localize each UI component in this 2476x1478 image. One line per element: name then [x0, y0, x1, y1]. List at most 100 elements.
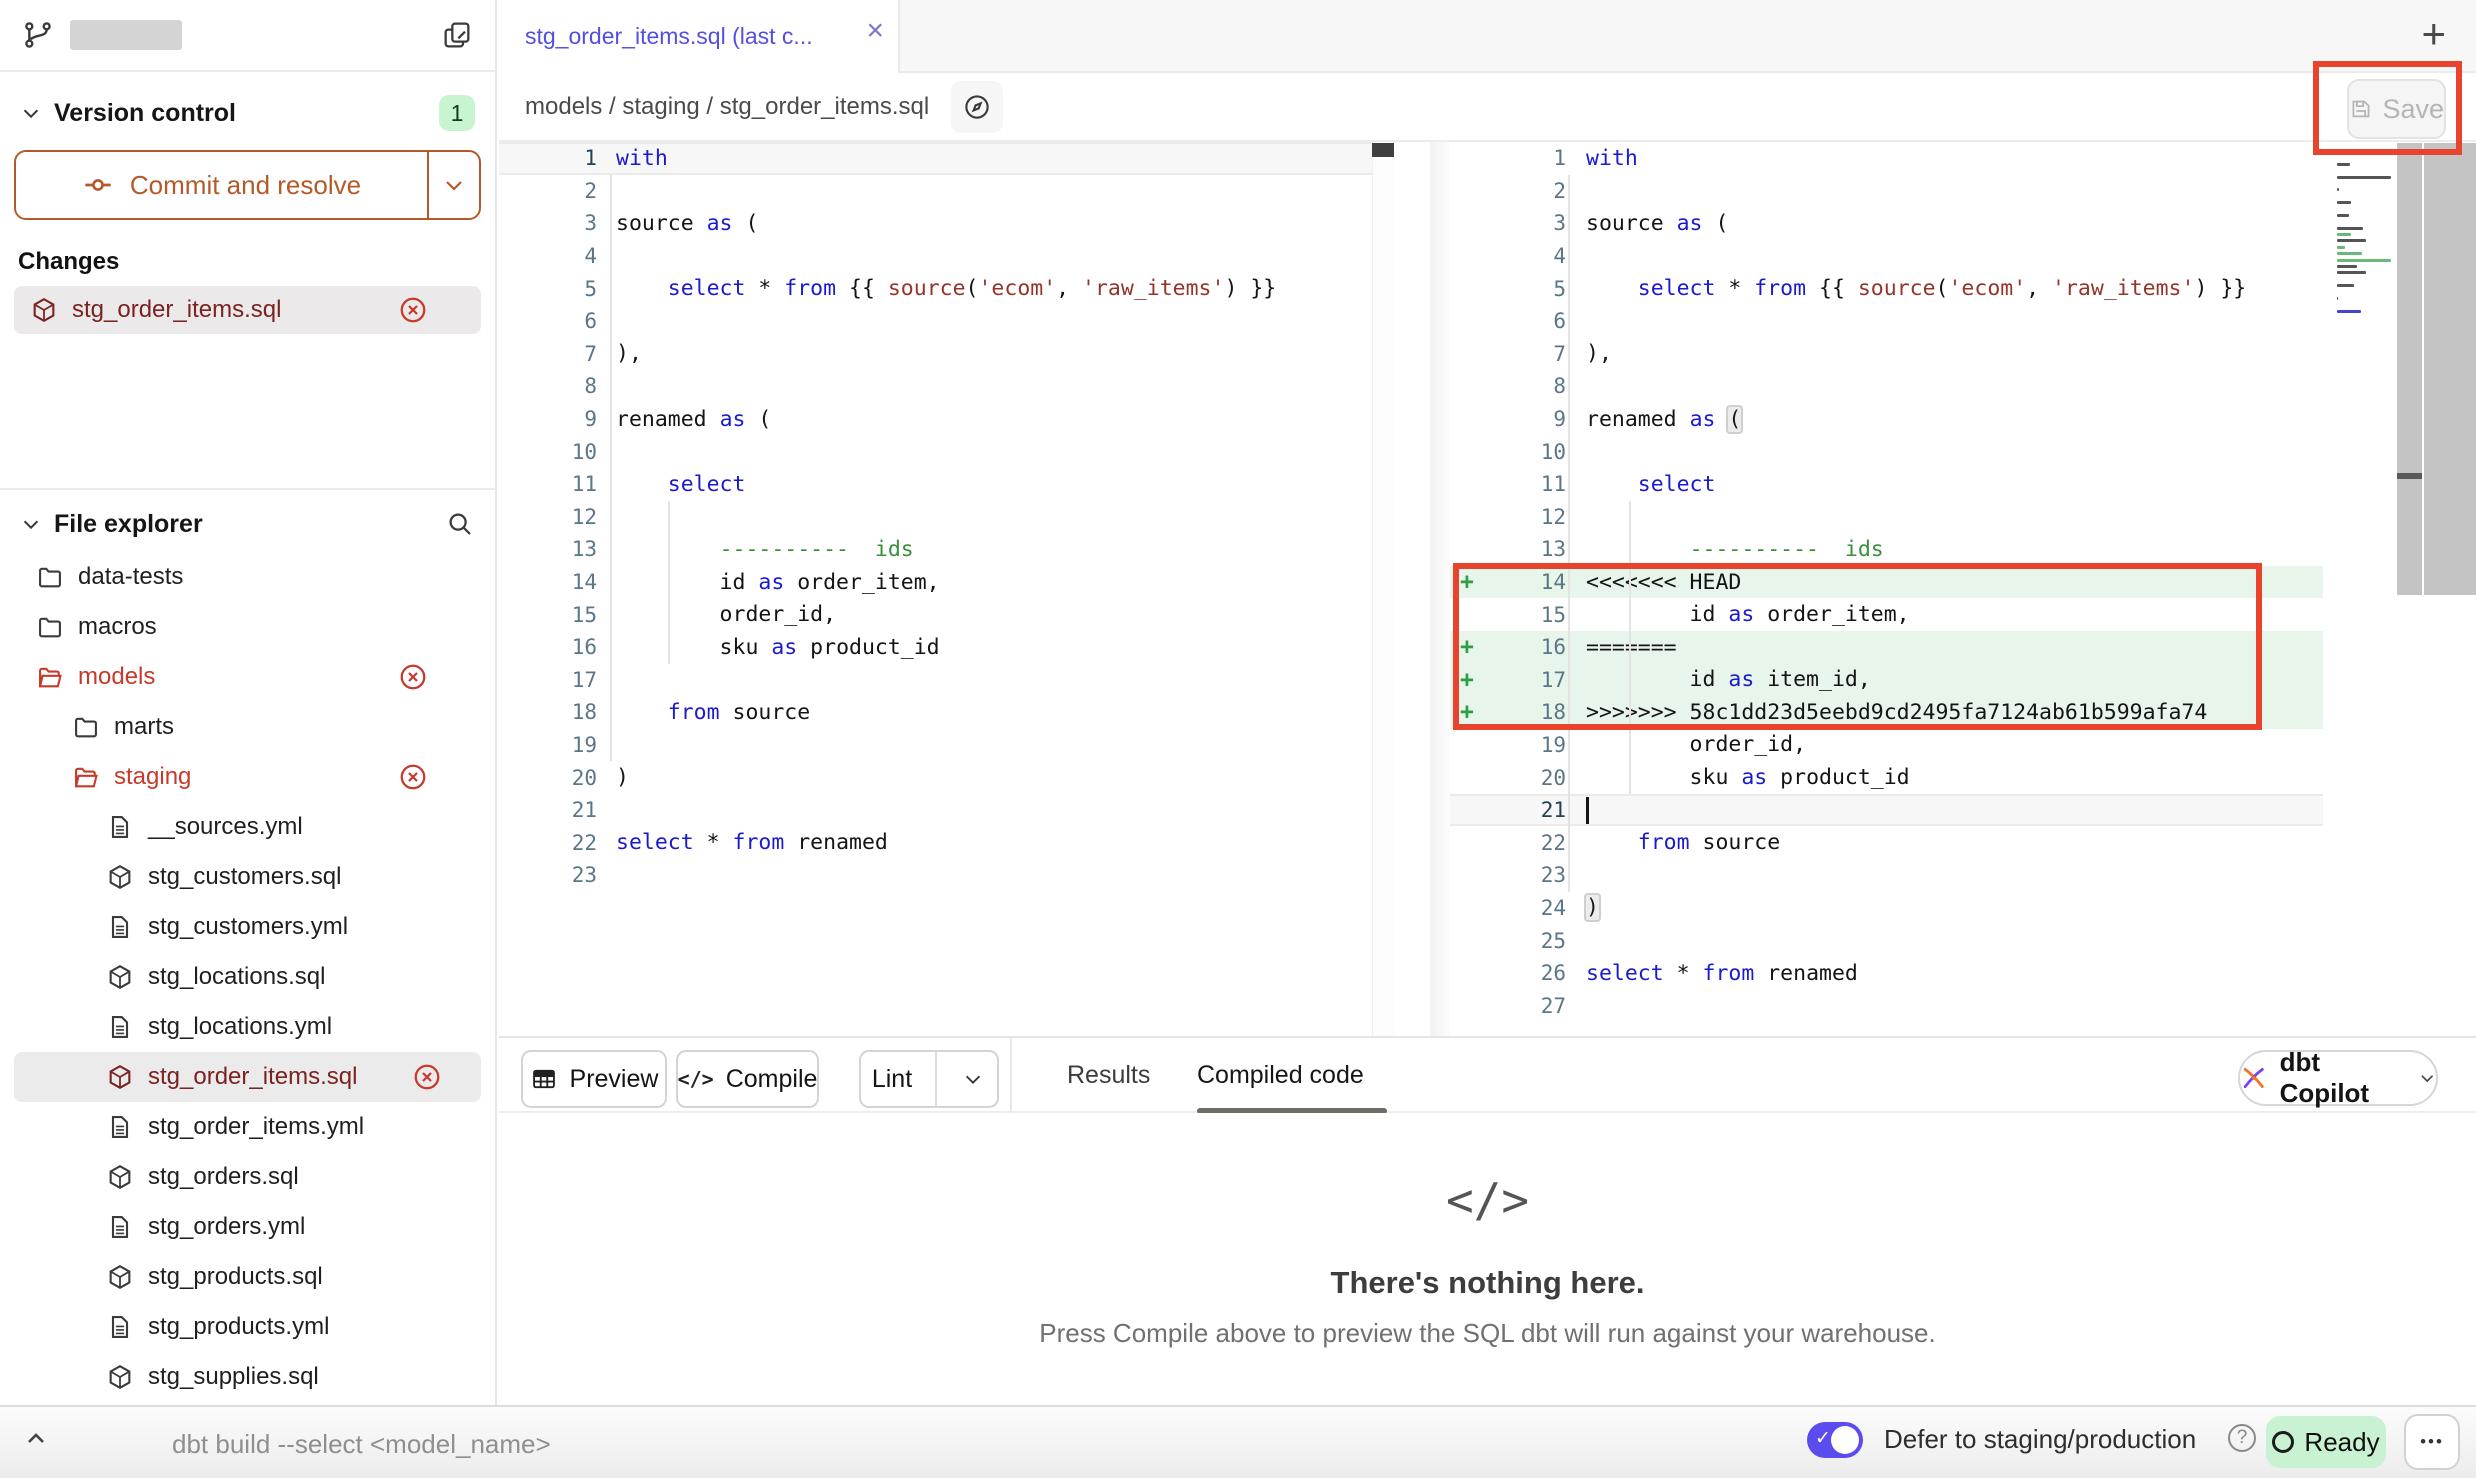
code-line[interactable]: 13 ---------- ids — [1450, 533, 2323, 566]
file-item--sources-yml[interactable]: __sources.yml — [0, 802, 495, 852]
code-line[interactable]: 21 — [1450, 794, 2323, 827]
file-item-stg-supplies-sql[interactable]: stg_supplies.sql — [0, 1352, 495, 1402]
help-icon[interactable]: ? — [2228, 1424, 2256, 1452]
file-item-stg-customers-yml[interactable]: stg_customers.yml — [0, 902, 495, 952]
code-line[interactable]: 19 — [499, 729, 1372, 762]
conflict-icon[interactable] — [412, 1062, 442, 1092]
commit-dropdown-button[interactable] — [429, 152, 479, 218]
file-item-stg-locations-sql[interactable]: stg_locations.sql — [0, 952, 495, 1002]
code-line[interactable]: 10 — [499, 435, 1372, 468]
code-line[interactable]: 12 — [499, 501, 1372, 534]
file-item-stg-orders-sql[interactable]: stg_orders.sql — [0, 1152, 495, 1202]
code-line[interactable]: 11 select — [1450, 468, 2323, 501]
code-line[interactable]: 2 — [1450, 175, 2323, 208]
code-line[interactable]: 6 — [499, 305, 1372, 338]
new-tab-button[interactable]: + — [2421, 10, 2446, 58]
save-button[interactable]: Save — [2347, 79, 2446, 139]
code-line[interactable]: 16 sku as product_id — [499, 631, 1372, 664]
file-item-stg-customers-sql[interactable]: stg_customers.sql — [0, 852, 495, 902]
file-item-data-tests[interactable]: data-tests — [0, 552, 495, 602]
preview-button[interactable]: Preview — [521, 1050, 667, 1108]
code-line[interactable]: 8 — [499, 370, 1372, 403]
code-line[interactable]: 20) — [499, 761, 1372, 794]
code-line[interactable]: 23 — [499, 859, 1372, 892]
code-line[interactable]: +18>>>>>>> 58c1dd23d5eebd9cd2495fa7124ab… — [1450, 696, 2323, 729]
file-item-stg-locations-yml[interactable]: stg_locations.yml — [0, 1002, 495, 1052]
code-line[interactable]: 13 ---------- ids — [499, 533, 1372, 566]
code-line[interactable]: 3source as ( — [1450, 207, 2323, 240]
code-line[interactable]: 17 — [499, 664, 1372, 697]
editor-scrollbar[interactable] — [2424, 143, 2476, 595]
code-line[interactable]: 20 sku as product_id — [1450, 761, 2323, 794]
file-item-stg-orders-yml[interactable]: stg_orders.yml — [0, 1202, 495, 1252]
file-item-marts[interactable]: marts — [0, 702, 495, 752]
file-item-stg-order-items-sql[interactable]: stg_order_items.sql — [14, 1052, 481, 1102]
code-line[interactable]: +16======= — [1450, 631, 2323, 664]
tab-stg-order-items[interactable]: stg_order_items.sql (last c... × — [499, 0, 900, 73]
minimap-scrollbar[interactable] — [2397, 143, 2422, 595]
file-item-models[interactable]: models — [0, 652, 495, 702]
code-line[interactable]: 24) — [1450, 892, 2323, 925]
more-options-button[interactable]: ••• — [2404, 1414, 2460, 1470]
editor-pane-left[interactable]: 1with23source as (45 select * from {{ so… — [499, 142, 1396, 1036]
file-item-stg-products-sql[interactable]: stg_products.sql — [0, 1252, 495, 1302]
code-line[interactable]: +17 id as item_id, — [1450, 664, 2323, 697]
code-line[interactable]: 9renamed as ( — [499, 403, 1372, 436]
search-icon[interactable] — [445, 509, 475, 539]
file-item-stg-products-yml[interactable]: stg_products.yml — [0, 1302, 495, 1352]
code-line[interactable]: 22select * from renamed — [499, 826, 1372, 859]
code-line[interactable]: 27 — [1450, 989, 2323, 1022]
file-item-stg-order-items-yml[interactable]: stg_order_items.yml — [0, 1102, 495, 1152]
close-icon[interactable]: × — [866, 16, 884, 46]
code-line[interactable]: 8 — [1450, 370, 2323, 403]
code-line[interactable]: 4 — [499, 240, 1372, 273]
code-line[interactable]: +14<<<<<<< HEAD — [1450, 566, 2323, 599]
file-item-macros[interactable]: macros — [0, 602, 495, 652]
conflict-icon[interactable] — [398, 762, 428, 792]
defer-toggle[interactable]: ✓ — [1807, 1422, 1863, 1458]
code-line[interactable]: 15 order_id, — [499, 598, 1372, 631]
code-line[interactable]: 11 select — [499, 468, 1372, 501]
code-line[interactable]: 6 — [1450, 305, 2323, 338]
compile-button[interactable]: </> Compile — [676, 1050, 819, 1108]
code-line[interactable]: 23 — [1450, 859, 2323, 892]
conflict-icon[interactable] — [398, 662, 428, 692]
chevron-down-icon[interactable] — [20, 102, 42, 124]
code-line[interactable]: 22 from source — [1450, 826, 2323, 859]
code-line[interactable]: 4 — [1450, 240, 2323, 273]
code-line[interactable]: 1with — [1450, 142, 2323, 175]
code-line[interactable]: 9renamed as ( — [1450, 403, 2323, 436]
chevron-down-icon[interactable] — [20, 513, 42, 535]
minimap[interactable] — [2337, 150, 2393, 323]
code-line[interactable]: 10 — [1450, 435, 2323, 468]
lint-button[interactable]: Lint — [859, 1050, 999, 1108]
conflict-icon[interactable] — [398, 295, 428, 325]
code-line[interactable]: 1with — [499, 142, 1372, 175]
code-line[interactable]: 7), — [499, 338, 1372, 371]
code-line[interactable]: 25 — [1450, 924, 2323, 957]
code-line[interactable]: 5 select * from {{ source('ecom', 'raw_i… — [1450, 272, 2323, 305]
left-pane-scrollbar-thumb[interactable] — [1372, 143, 1394, 157]
code-line[interactable]: 26select * from renamed — [1450, 957, 2323, 990]
editor-pane-right[interactable]: 1with23source as (45 select * from {{ so… — [1450, 142, 2476, 1036]
code-line[interactable]: 14 id as order_item, — [499, 566, 1372, 599]
code-line[interactable]: 21 — [499, 794, 1372, 827]
collapse-console-button[interactable] — [22, 1425, 50, 1453]
change-item[interactable]: stg_order_items.sql — [14, 286, 481, 334]
tab-compiled-code[interactable]: Compiled code — [1197, 1038, 1364, 1113]
code-line[interactable]: 15 id as order_item, — [1450, 598, 2323, 631]
lineage-button[interactable] — [951, 81, 1003, 133]
code-line[interactable]: 3source as ( — [499, 207, 1372, 240]
code-line[interactable]: 12 — [1450, 501, 2323, 534]
copy-icon[interactable] — [441, 19, 473, 51]
dbt-copilot-button[interactable]: dbt Copilot — [2238, 1050, 2438, 1106]
code-line[interactable]: 2 — [499, 175, 1372, 208]
commit-and-resolve-button[interactable]: Commit and resolve — [14, 150, 481, 220]
command-input[interactable] — [170, 1421, 1674, 1467]
file-item-staging[interactable]: staging — [0, 752, 495, 802]
code-line[interactable]: 19 order_id, — [1450, 729, 2323, 762]
left-pane-scrollbar-track[interactable] — [1372, 142, 1395, 1036]
code-line[interactable]: 18 from source — [499, 696, 1372, 729]
code-line[interactable]: 5 select * from {{ source('ecom', 'raw_i… — [499, 272, 1372, 305]
lint-dropdown-button[interactable] — [949, 1068, 997, 1090]
